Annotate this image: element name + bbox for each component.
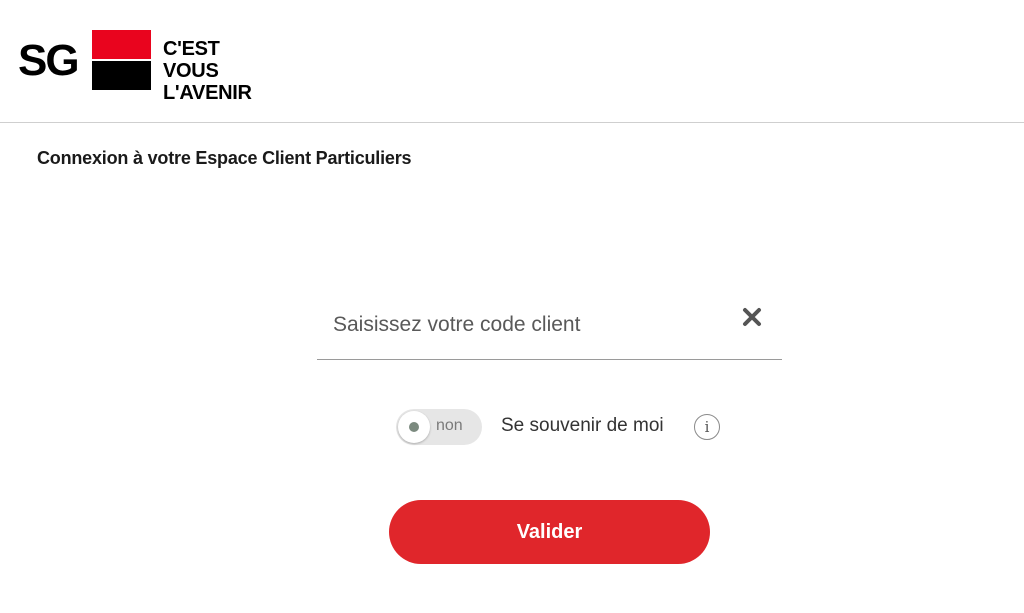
login-page: SG C'EST VOUS L'AVENIR Connexion à votre… (0, 0, 1024, 613)
clear-input-button[interactable] (735, 300, 769, 334)
toggle-state-label: non (436, 417, 463, 434)
client-code-field (317, 296, 782, 360)
logo-square-mark (92, 30, 151, 90)
toggle-knob (398, 411, 430, 443)
remember-me-toggle[interactable]: non (396, 409, 482, 445)
header-divider (0, 122, 1024, 123)
page-title: Connexion à votre Espace Client Particul… (37, 148, 412, 168)
logo-black-band (92, 61, 151, 90)
remember-me-label: Se souvenir de moi (501, 415, 664, 436)
site-header: SG C'EST VOUS L'AVENIR (0, 0, 1024, 123)
logo-tagline: C'EST VOUS L'AVENIR (163, 38, 252, 104)
close-icon (743, 308, 761, 326)
logo-wordmark: SG (18, 36, 80, 85)
logo-red-band (92, 30, 151, 59)
client-code-input[interactable] (331, 302, 735, 348)
toggle-dot (409, 422, 419, 432)
info-icon[interactable]: i (694, 414, 720, 440)
submit-button[interactable]: Valider (389, 500, 710, 564)
info-glyph: i (704, 418, 710, 436)
